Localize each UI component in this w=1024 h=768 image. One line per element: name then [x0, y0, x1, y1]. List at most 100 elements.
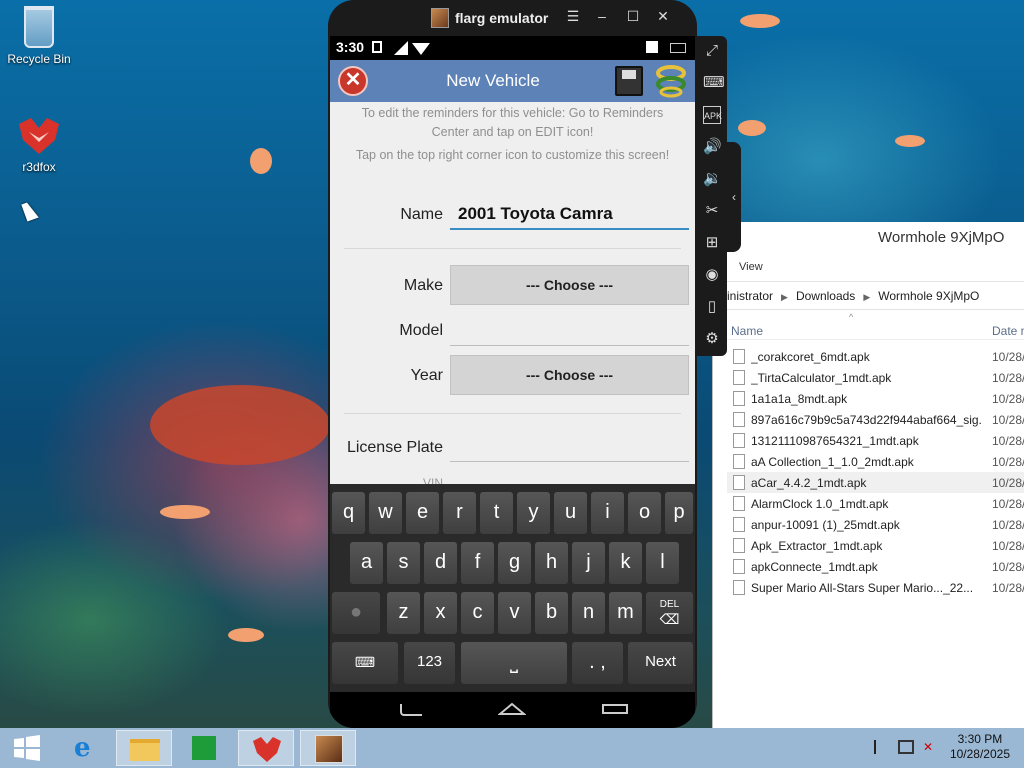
start-button[interactable] [0, 730, 56, 766]
key-n[interactable]: n [572, 592, 605, 634]
key-t[interactable]: t [480, 492, 513, 534]
model-field[interactable] [450, 318, 689, 346]
key-u[interactable]: u [554, 492, 587, 534]
volume-muted-icon[interactable]: ✕ [923, 740, 937, 754]
key-w[interactable]: w [369, 492, 402, 534]
desktop-icon-recycle-bin[interactable]: Recycle Bin [0, 6, 78, 66]
internet-explorer-button[interactable]: e [58, 730, 114, 766]
maximize-icon[interactable]: ☐ [625, 8, 641, 25]
file-row[interactable]: _corakcoret_6mdt.apk 10/28/ [727, 346, 1024, 367]
menu-icon[interactable]: ☰ [565, 8, 581, 25]
file-icon [733, 475, 745, 490]
r3dfox-taskbar-button[interactable] [238, 730, 294, 766]
ribbon-tab-view[interactable]: View [739, 261, 763, 273]
volume-down-icon[interactable]: 🔉 [703, 170, 722, 188]
key-l[interactable]: l [646, 542, 679, 584]
space-key[interactable]: ⎵ [461, 642, 567, 684]
back-icon[interactable] [400, 704, 422, 716]
key-s[interactable]: s [387, 542, 420, 584]
fish-decoration [738, 120, 766, 136]
breadcrumb-item[interactable]: Wormhole 9XjMpO [878, 289, 979, 303]
emulator-titlebar[interactable]: flarg emulator ☰ – ☐ ✕ [328, 0, 697, 36]
file-row[interactable]: apkConnecte_1mdt.apk 10/28/ [727, 556, 1024, 577]
key-x[interactable]: x [424, 592, 457, 634]
key-j[interactable]: j [572, 542, 605, 584]
file-row[interactable]: 13121110987654321_1mdt.apk 10/28/ [727, 430, 1024, 451]
name-field[interactable]: 2001 Toyota Camra [450, 202, 689, 230]
store-button[interactable] [176, 730, 232, 766]
column-header-name[interactable]: Name [731, 324, 763, 338]
key-b[interactable]: b [535, 592, 568, 634]
file-row[interactable]: _TirtaCalculator_1mdt.apk 10/28/ [727, 367, 1024, 388]
next-key[interactable]: Next [628, 642, 693, 684]
flag-icon[interactable] [874, 740, 888, 754]
key-f[interactable]: f [461, 542, 494, 584]
make-choose-button[interactable]: --- Choose --- [450, 265, 689, 305]
key-k[interactable]: k [609, 542, 642, 584]
volume-up-icon[interactable]: 🔊 [703, 138, 722, 156]
save-disk-icon[interactable] [615, 66, 643, 96]
settings-icon[interactable]: ⚙ [703, 330, 721, 348]
numbers-key[interactable]: 123 [404, 642, 455, 684]
location-icon[interactable]: ◉ [703, 266, 721, 284]
key-g[interactable]: g [498, 542, 531, 584]
customize-icon[interactable] [655, 64, 687, 98]
year-choose-button[interactable]: --- Choose --- [450, 355, 689, 395]
breadcrumb-item[interactable]: Downloads [796, 289, 855, 303]
file-row-selected[interactable]: aCar_4.4.2_1mdt.apk 10/28/ [727, 472, 1024, 493]
key-q[interactable]: q [332, 492, 365, 534]
file-row[interactable]: Apk_Extractor_1mdt.apk 10/28/ [727, 535, 1024, 556]
flarg-logo-icon [431, 8, 449, 28]
key-v[interactable]: v [498, 592, 531, 634]
recents-icon[interactable] [602, 704, 628, 714]
key-e[interactable]: e [406, 492, 439, 534]
emoji-keyboard-key[interactable]: ⌨ [332, 642, 398, 684]
column-header-date[interactable]: Date m [992, 324, 1024, 338]
system-clock[interactable]: 3:30 PM 10/28/2025 [950, 732, 1010, 762]
keyboard-icon[interactable]: ⌨ [703, 74, 725, 92]
file-row[interactable]: AlarmClock 1.0_1mdt.apk 10/28/ [727, 493, 1024, 514]
microphone-icon: ● [349, 601, 363, 623]
file-row[interactable]: aA Collection_1_1.0_2mdt.apk 10/28/ [727, 451, 1024, 472]
home-icon[interactable] [498, 702, 526, 716]
key-y[interactable]: y [517, 492, 550, 534]
add-icon[interactable]: ⊞ [703, 234, 721, 252]
recycle-bin-icon [24, 6, 54, 48]
network-icon[interactable] [898, 740, 914, 754]
key-d[interactable]: d [424, 542, 457, 584]
file-explorer-button[interactable] [116, 730, 172, 766]
flarg-emulator-taskbar-button[interactable] [300, 730, 356, 766]
internet-explorer-icon: e [74, 733, 91, 763]
file-row[interactable]: 1a1a1a_8mdt.apk 10/28/ [727, 388, 1024, 409]
side-panel-collapse-tab[interactable]: ‹ [727, 142, 741, 252]
key-z[interactable]: z [387, 592, 420, 634]
key-h[interactable]: h [535, 542, 568, 584]
divider [344, 248, 681, 249]
breadcrumb-item[interactable]: inistrator [727, 289, 773, 303]
close-icon[interactable]: ✕ [655, 8, 671, 25]
key-i[interactable]: i [591, 492, 624, 534]
file-explorer-window: Wormhole 9XjMpO View inistrator ▶ Download… [712, 222, 1024, 728]
delete-key[interactable]: DEL ⌫ [646, 592, 693, 634]
key-a[interactable]: a [350, 542, 383, 584]
mic-key[interactable]: ● [332, 592, 380, 634]
apk-icon[interactable]: APK [703, 106, 722, 124]
key-c[interactable]: c [461, 592, 494, 634]
file-row[interactable]: anpur-10091 (1)_25mdt.apk 10/28/ [727, 514, 1024, 535]
file-row[interactable]: 897a616c79b9c5a743d22f944abaf664_sig... 1… [727, 409, 1024, 430]
cut-icon[interactable]: ✂ [703, 202, 721, 220]
license-plate-field[interactable] [450, 434, 689, 462]
vibrate-icon[interactable]: ▯ [703, 298, 721, 316]
punctuation-key[interactable]: . , [572, 642, 623, 684]
fish-decoration [160, 505, 210, 519]
minimize-icon[interactable]: – [594, 8, 610, 24]
desktop-icon-r3dfox[interactable]: r3dfox [0, 116, 78, 174]
fullscreen-icon[interactable]: ⤢ [703, 42, 721, 60]
key-o[interactable]: o [628, 492, 661, 534]
file-row[interactable]: Super Mario All-Stars Super Mario..._22.… [727, 577, 1024, 598]
wifi-icon [412, 43, 430, 55]
start-icon [14, 735, 40, 761]
key-p[interactable]: p [665, 492, 693, 534]
key-m[interactable]: m [609, 592, 642, 634]
key-r[interactable]: r [443, 492, 476, 534]
